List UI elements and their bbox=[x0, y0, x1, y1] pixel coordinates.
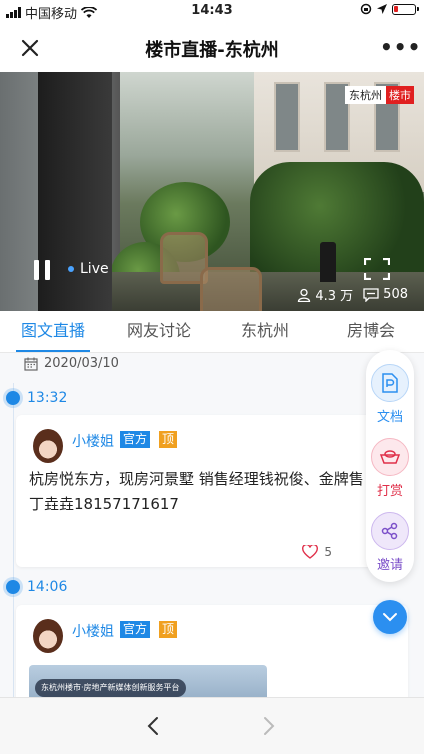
official-badge: 官方 bbox=[120, 431, 151, 448]
share-icon bbox=[381, 522, 398, 540]
live-feed[interactable]: 2020/03/10 13:32 小楼姐 官方 顶 杭房悦东方，现房河景墅 销售… bbox=[0, 353, 424, 697]
comment-count: 508 bbox=[383, 287, 408, 302]
post-card: 小楼姐 官方 顶 东杭州楼市·房地产新媒体创新服务平台 bbox=[16, 605, 408, 697]
live-indicator: Live bbox=[68, 261, 109, 277]
post-timestamp: 13:32 bbox=[6, 390, 67, 406]
like-count: 5 bbox=[324, 545, 332, 559]
pause-icon[interactable] bbox=[34, 260, 52, 280]
live-video-player[interactable]: 东杭州 楼市 Live 4.3 万 508 bbox=[0, 72, 424, 311]
reward-icon bbox=[379, 450, 401, 464]
feed-date: 2020/03/10 bbox=[24, 356, 119, 371]
browser-nav-bar bbox=[0, 697, 424, 754]
tab-bar: 图文直播 网友讨论 东杭州 房博会 bbox=[0, 311, 424, 353]
calendar-icon bbox=[24, 357, 38, 371]
action-panel: 文档 打赏 邀请 bbox=[366, 350, 414, 582]
video-stats: 4.3 万 508 bbox=[297, 285, 408, 304]
image-caption: 东杭州楼市·房地产新媒体创新服务平台 bbox=[35, 679, 186, 697]
status-bar: 中国移动 14:43 bbox=[0, 0, 424, 22]
user-icon bbox=[298, 288, 311, 302]
location-icon bbox=[377, 3, 387, 14]
pinned-badge: 顶 bbox=[159, 431, 178, 448]
more-icon[interactable]: ••• bbox=[380, 34, 420, 60]
avatar bbox=[33, 429, 63, 463]
invite-button[interactable]: 邀请 bbox=[369, 512, 411, 573]
nav-header: 楼市直播-东杭州 ••• bbox=[0, 22, 424, 72]
author-name: 小楼姐 bbox=[72, 624, 114, 640]
reward-button[interactable]: 打赏 bbox=[369, 438, 411, 499]
like-button[interactable]: 5 bbox=[302, 545, 332, 559]
invite-label: 邀请 bbox=[376, 558, 403, 573]
fullscreen-icon[interactable] bbox=[364, 258, 390, 280]
author-name: 小楼姐 bbox=[72, 434, 114, 450]
document-icon bbox=[382, 373, 398, 393]
comment-icon bbox=[363, 287, 379, 302]
post-content: 杭房悦东方，现房河景墅 销售经理钱祝俊、金牌售丁垚垚18157171617 bbox=[29, 470, 364, 513]
timeline-line bbox=[13, 383, 14, 697]
pinned-badge: 顶 bbox=[159, 621, 178, 638]
forward-icon[interactable] bbox=[254, 712, 282, 740]
official-badge: 官方 bbox=[120, 621, 151, 638]
scroll-down-button[interactable] bbox=[373, 600, 407, 634]
status-icons bbox=[360, 3, 419, 15]
document-button[interactable]: 文档 bbox=[369, 364, 411, 425]
rotation-lock-icon bbox=[360, 3, 372, 15]
document-label: 文档 bbox=[376, 410, 403, 425]
channel-watermark: 东杭州 楼市 bbox=[345, 86, 414, 104]
avatar bbox=[33, 619, 63, 653]
page-title: 楼市直播-东杭州 bbox=[145, 40, 279, 61]
back-icon[interactable] bbox=[140, 712, 168, 740]
battery-icon bbox=[392, 3, 419, 15]
tab-expo[interactable]: 房博会 bbox=[318, 311, 424, 352]
heart-icon bbox=[302, 545, 319, 559]
post-image[interactable]: 东杭州楼市·房地产新媒体创新服务平台 bbox=[29, 665, 267, 697]
tab-discussion[interactable]: 网友讨论 bbox=[106, 311, 212, 352]
post-timestamp: 14:06 bbox=[6, 579, 67, 595]
viewer-count: 4.3 万 bbox=[315, 289, 354, 304]
reward-label: 打赏 bbox=[376, 484, 403, 499]
chevron-down-icon bbox=[383, 613, 397, 622]
post-card: 小楼姐 官方 顶 杭房悦东方，现房河景墅 销售经理钱祝俊、金牌售丁垚垚18157… bbox=[16, 415, 408, 567]
tab-east-hangzhou[interactable]: 东杭州 bbox=[212, 311, 318, 352]
tab-live-text[interactable]: 图文直播 bbox=[0, 311, 106, 352]
